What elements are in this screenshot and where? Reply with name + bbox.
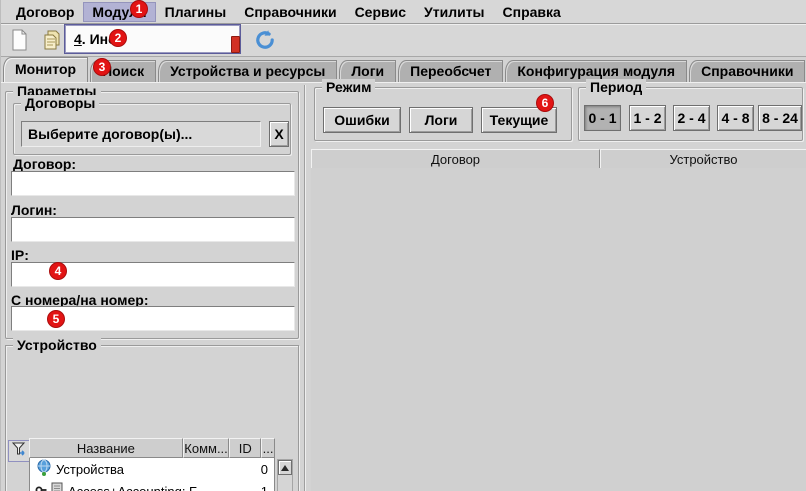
- device-column-more[interactable]: ...: [261, 438, 275, 458]
- contract-picker-field[interactable]: Выберите договор(ы)...: [21, 121, 261, 147]
- annotation-badge-6: 6: [536, 94, 554, 112]
- annotation-badge-1: 1: [130, 0, 148, 18]
- menu-item-inet-mnemonic: 4: [74, 31, 82, 47]
- ip-label: IP:: [11, 247, 29, 263]
- menu-item-help[interactable]: Справка: [494, 2, 570, 22]
- login-input[interactable]: [11, 217, 295, 242]
- refresh-icon[interactable]: [253, 28, 277, 52]
- device-tree-scrollbar[interactable]: [277, 459, 293, 491]
- mode-errors-button[interactable]: Ошибки: [323, 107, 401, 133]
- contract-label: Договор:: [13, 156, 77, 172]
- copy-icon[interactable]: [40, 28, 64, 52]
- server-icon: [50, 482, 64, 491]
- tab-recalculation[interactable]: Переобсчет: [398, 60, 504, 82]
- device-tree: Устройства 0 Access+Accounting: F 1: [29, 458, 275, 491]
- tab-monitor[interactable]: Монитор: [3, 57, 89, 82]
- contract-input[interactable]: [11, 171, 295, 196]
- application-window: Договор Модули Плагины Справочники Серви…: [0, 0, 806, 491]
- period-2-4-button[interactable]: 2 - 4: [673, 105, 710, 131]
- period-8-24-button[interactable]: 8 - 24: [758, 105, 802, 131]
- device-column-id[interactable]: ID: [229, 438, 262, 458]
- period-4-8-button[interactable]: 4 - 8: [717, 105, 754, 131]
- session-table-header: Договор Устройство: [311, 149, 806, 169]
- period-1-2-button[interactable]: 1 - 2: [629, 105, 666, 131]
- device-table-header: Название Комм... ID ...: [29, 438, 275, 458]
- session-column-contract[interactable]: Договор: [311, 149, 600, 169]
- device-column-name[interactable]: Название: [29, 438, 183, 458]
- annotation-badge-2: 2: [109, 29, 127, 47]
- period-0-1-button[interactable]: 0 - 1: [584, 105, 621, 131]
- annotation-badge-5: 5: [47, 310, 65, 328]
- contract-clear-button[interactable]: X: [269, 121, 289, 147]
- panel-splitter[interactable]: [304, 85, 305, 491]
- menu-bar: Договор Модули Плагины Справочники Серви…: [1, 0, 806, 24]
- tab-devices-resources[interactable]: Устройства и ресурсы: [158, 60, 338, 82]
- menu-item-contract[interactable]: Договор: [7, 2, 83, 22]
- mode-logs-button[interactable]: Логи: [409, 107, 473, 133]
- menu-item-directories[interactable]: Справочники: [235, 2, 345, 22]
- tree-row-label: Access+Accounting: F: [68, 483, 197, 491]
- monitor-tab-content: Параметры Договоры Выберите договор(ы)..…: [1, 79, 806, 491]
- session-column-device[interactable]: Устройство: [600, 149, 806, 169]
- annotation-badge-3: 3: [93, 58, 111, 76]
- tree-row-devices-root[interactable]: Устройства 0: [30, 458, 274, 480]
- contracts-group-title: Договоры: [21, 95, 100, 111]
- menu-item-plugins[interactable]: Плагины: [156, 2, 236, 22]
- device-column-comment[interactable]: Комм...: [182, 438, 230, 458]
- device-table: Название Комм... ID ... Устройства 0 Acc…: [29, 438, 275, 491]
- scroll-up-icon[interactable]: [278, 460, 292, 475]
- new-document-icon[interactable]: [7, 28, 31, 52]
- filter-funnel-icon: [11, 441, 27, 462]
- session-table-body: [311, 168, 806, 491]
- login-label: Логин:: [11, 202, 57, 218]
- device-filter-button[interactable]: [8, 440, 30, 462]
- modules-menu-dropdown: 4. Инет: [64, 24, 241, 54]
- globe-icon: [36, 459, 52, 480]
- tree-row-access-accounting[interactable]: Access+Accounting: F 1: [30, 480, 274, 491]
- tab-bar: Монитор Поиск Устройства и ресурсы Логи …: [1, 57, 806, 82]
- tree-row-label: Устройства: [56, 461, 125, 477]
- mode-group-title: Режим: [322, 79, 376, 95]
- tab-directories[interactable]: Справочники: [689, 60, 806, 82]
- menu-item-service[interactable]: Сервис: [346, 2, 415, 22]
- tree-row-id: 1: [260, 483, 268, 491]
- tree-row-id: 0: [260, 461, 268, 477]
- toolbar-icon-partial[interactable]: [231, 36, 240, 53]
- period-group-title: Период: [586, 79, 647, 95]
- annotation-badge-4: 4: [49, 262, 67, 280]
- menu-item-utilities[interactable]: Утилиты: [415, 2, 493, 22]
- device-group-title: Устройство: [13, 337, 101, 353]
- expander-icon[interactable]: [35, 484, 48, 491]
